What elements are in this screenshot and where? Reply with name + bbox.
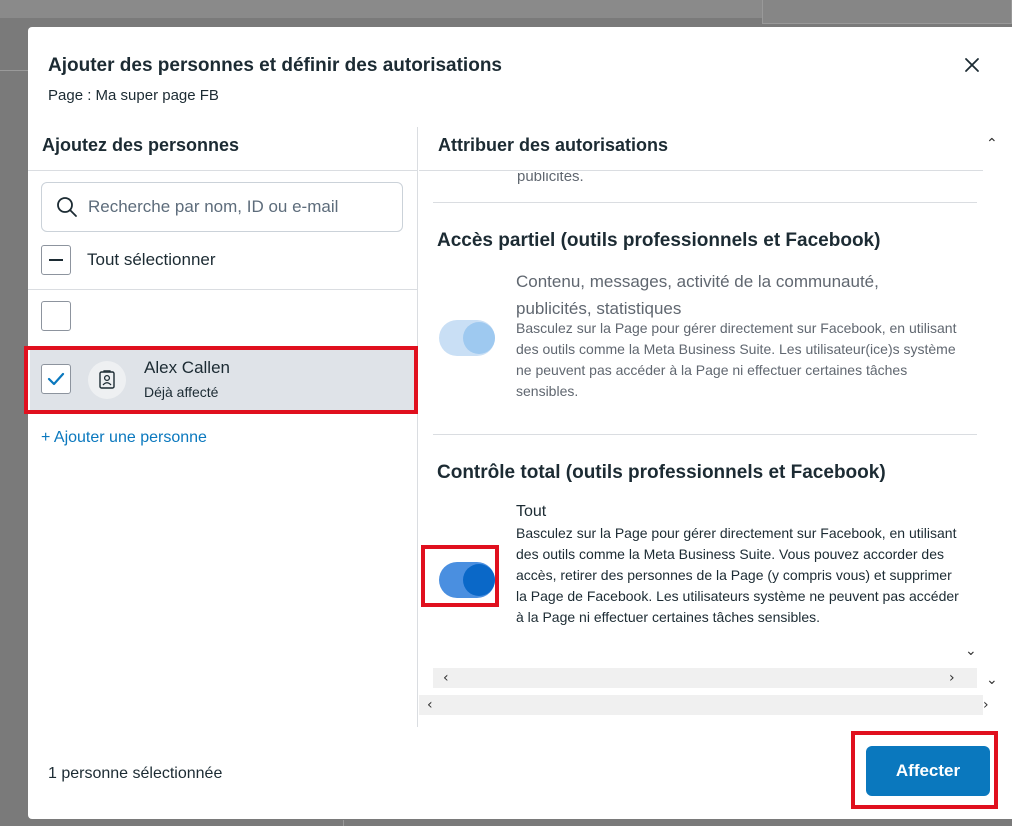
chevron-down-icon[interactable]: ⌄	[986, 673, 998, 687]
outer-vertical-scrollbar[interactable]: ⌃ ⌄	[983, 127, 1003, 695]
divider	[433, 434, 977, 435]
background-divider	[0, 70, 28, 71]
full-control-summary: Tout	[516, 503, 547, 520]
permissions-panel: Attribuer des autorisations publicités. …	[419, 127, 1012, 727]
chevron-left-icon[interactable]: ‹	[443, 671, 449, 685]
people-panel-title: Ajoutez des personnes	[42, 135, 240, 155]
chevron-right-icon[interactable]: ›	[949, 671, 955, 685]
partial-access-title: Accès partiel (outils professionnels et …	[437, 230, 881, 251]
partial-access-summary: Contenu, messages, activité de la commun…	[516, 272, 879, 318]
search-input[interactable]	[88, 193, 388, 221]
avatar	[88, 361, 126, 399]
full-control-description: Basculez sur la Page pour gérer directem…	[516, 525, 959, 625]
dialog-header: Ajouter des personnes et définir des aut…	[28, 27, 1012, 127]
full-control-title: Contrôle total (outils professionnels et…	[437, 462, 886, 483]
dialog-subtitle: Page : Ma super page FB	[48, 87, 219, 104]
selection-count: 1 personne sélectionnée	[48, 765, 223, 782]
chevron-down-icon[interactable]: ⌄	[965, 644, 977, 658]
select-all-checkbox[interactable]	[41, 245, 71, 275]
full-control-toggle[interactable]	[439, 562, 495, 598]
inner-vertical-scrollbar[interactable]: ⌄	[964, 172, 978, 668]
search-box[interactable]	[41, 182, 403, 232]
dialog-footer: 1 personne sélectionnée Affecter	[28, 727, 1012, 819]
people-panel-header: Ajoutez des personnes	[28, 127, 417, 171]
divider	[433, 202, 977, 203]
add-person-link[interactable]: + Ajouter une personne	[41, 429, 207, 447]
truncated-description: publicités.	[517, 172, 584, 185]
close-button[interactable]	[960, 53, 984, 77]
people-panel: Ajoutez des personnes Tout sélectionner	[28, 127, 418, 727]
checkmark-icon	[47, 372, 65, 386]
chevron-right-icon[interactable]: ›	[983, 698, 989, 712]
permissions-panel-header: Attribuer des autorisations	[419, 127, 983, 171]
chevron-up-icon[interactable]: ⌃	[986, 137, 998, 151]
permissions-panel-title: Attribuer des autorisations	[438, 135, 669, 155]
list-item-empty[interactable]	[41, 301, 71, 331]
person-checkbox[interactable]	[41, 301, 71, 331]
chevron-left-icon[interactable]: ‹	[427, 698, 433, 712]
inner-horizontal-scrollbar[interactable]: ‹ ›	[433, 668, 977, 688]
dialog-title: Ajouter des personnes et définir des aut…	[48, 55, 502, 76]
permissions-scroll-area[interactable]: publicités. Accès partiel (outils profes…	[433, 172, 977, 668]
id-badge-icon	[99, 370, 115, 389]
permissions-dialog: Ajouter des personnes et définir des aut…	[28, 27, 1012, 819]
close-icon	[965, 58, 979, 72]
person-name: Alex Callen	[144, 358, 230, 377]
search-icon	[57, 197, 77, 217]
toggle-knob	[463, 564, 495, 596]
person-status: Déjà affecté	[144, 384, 219, 400]
select-all-row[interactable]: Tout sélectionner	[41, 245, 216, 275]
list-item-person[interactable]: Alex Callen Déjà affecté	[30, 350, 416, 410]
person-checkbox[interactable]	[41, 364, 71, 394]
divider	[28, 289, 418, 290]
background-card	[762, 0, 1012, 24]
partial-access-toggle[interactable]	[439, 320, 495, 356]
outer-horizontal-scrollbar[interactable]: ‹ ›	[419, 695, 989, 715]
assign-button[interactable]: Affecter	[866, 746, 990, 796]
toggle-knob	[463, 322, 495, 354]
select-all-label: Tout sélectionner	[87, 250, 216, 269]
background-divider	[343, 820, 344, 826]
partial-access-description: Basculez sur la Page pour gérer directem…	[516, 320, 957, 399]
